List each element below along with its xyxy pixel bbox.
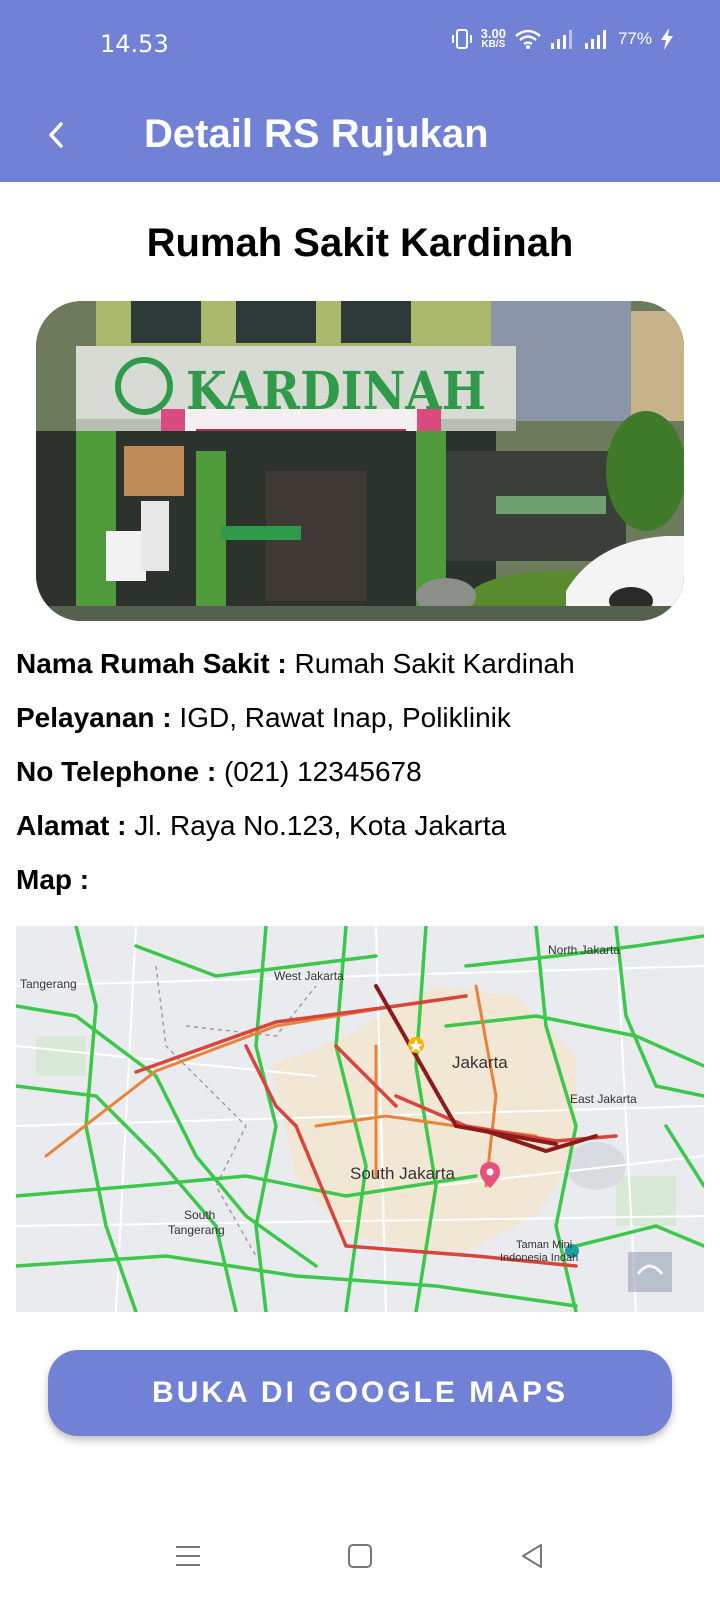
info-row-services: Pelayanan : IGD, Rawat Inap, Poliklinik (16, 700, 511, 736)
hospital-building-illustration: KARDINAH (36, 301, 684, 621)
nav-menu-button[interactable] (168, 1536, 208, 1576)
info-label: Pelayanan : (16, 702, 172, 733)
speed-value: 3.00 (480, 26, 506, 41)
status-icons: 3.00 KB/S 77% (451, 26, 674, 50)
home-square-icon (348, 1544, 372, 1568)
signal-icon-2 (584, 30, 606, 49)
status-bar: 14.53 3.00 KB/S 77% (0, 0, 720, 88)
open-google-maps-button[interactable]: BUKA DI GOOGLE MAPS (48, 1350, 672, 1436)
back-button[interactable] (36, 110, 76, 160)
map-label-west-jakarta: West Jakarta (274, 969, 344, 983)
info-label: Nama Rumah Sakit : (16, 648, 287, 679)
nav-home-button[interactable] (340, 1536, 380, 1576)
info-label: Alamat : (16, 810, 127, 841)
map-canvas: Tangerang West Jakarta North Jakarta Jak… (16, 926, 704, 1312)
info-value: Rumah Sakit Kardinah (294, 648, 575, 679)
app-bar: Detail RS Rujukan (0, 88, 720, 182)
map-label-taman-mini-2: Indonesia Indah (500, 1252, 578, 1264)
map-watermark-logo (628, 1252, 672, 1292)
signal-icon-1 (550, 30, 572, 49)
status-time: 14.53 (100, 30, 169, 58)
map-label-taman-mini-1: Taman Mini (516, 1239, 572, 1251)
info-row-name: Nama Rumah Sakit : Rumah Sakit Kardinah (16, 646, 575, 682)
hospital-title: Rumah Sakit Kardinah (146, 221, 574, 265)
map-label-east-jakarta: East Jakarta (570, 1092, 637, 1106)
system-nav-bar (0, 1516, 720, 1600)
info-value: IGD, Rawat Inap, Poliklinik (179, 702, 511, 733)
map-view[interactable]: Tangerang West Jakarta North Jakarta Jak… (16, 926, 704, 1312)
network-speed: 3.00 KB/S (480, 26, 506, 50)
map-label-south-jakarta: South Jakarta (350, 1164, 455, 1183)
triangle-back-icon (522, 1544, 542, 1568)
info-row-phone: No Telephone : (021) 12345678 (16, 754, 422, 790)
hospital-photo: KARDINAH (36, 301, 684, 621)
info-row-map: Map : (16, 862, 89, 898)
nav-back-button[interactable] (512, 1536, 552, 1576)
map-label-south-tangerang-2: Tangerang (168, 1223, 225, 1237)
charging-icon (661, 28, 673, 50)
battery-percent: 77% (617, 29, 652, 48)
info-value: Jl. Raya No.123, Kota Jakarta (134, 810, 507, 841)
speed-unit: KB/S (481, 39, 506, 50)
page-title: Detail RS Rujukan (144, 112, 489, 156)
map-star-marker (408, 1037, 424, 1053)
info-label: Map : (16, 864, 90, 895)
wifi-icon (515, 29, 541, 49)
map-label-tangerang: Tangerang (20, 977, 77, 991)
map-label-south-tangerang-1: South (184, 1208, 215, 1222)
menu-icon (176, 1546, 200, 1566)
info-label: No Telephone : (16, 756, 217, 787)
info-row-address: Alamat : Jl. Raya No.123, Kota Jakarta (16, 808, 506, 844)
vibrate-icon (451, 29, 472, 49)
map-label-jakarta: Jakarta (452, 1053, 508, 1072)
map-label-north-jakarta: North Jakarta (548, 943, 620, 957)
chevron-left-icon (49, 122, 63, 148)
info-value: (021) 12345678 (223, 756, 422, 787)
